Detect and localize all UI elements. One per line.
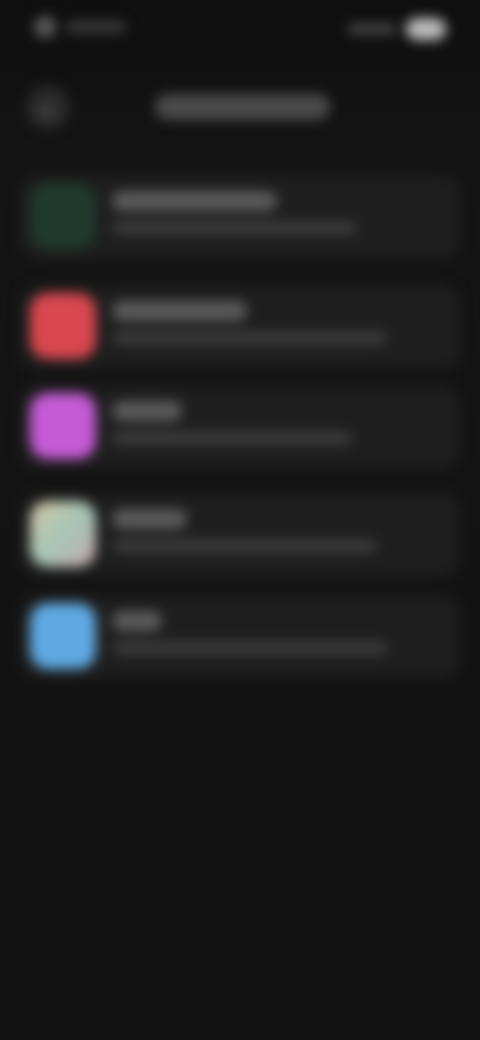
signal-icon	[348, 24, 396, 34]
back-button[interactable]: ←	[26, 86, 70, 130]
app-icon	[30, 393, 96, 459]
app-subtitle	[112, 431, 352, 445]
app-icon	[30, 603, 96, 669]
app-subtitle	[112, 539, 377, 553]
status-right	[348, 18, 446, 40]
list-item[interactable]	[0, 585, 480, 685]
status-time	[66, 21, 126, 33]
battery-icon	[406, 18, 446, 40]
list-item[interactable]	[0, 375, 480, 475]
app-icon	[30, 183, 96, 249]
page-title	[155, 94, 330, 120]
list-item[interactable]	[0, 275, 480, 375]
app-title	[112, 191, 277, 211]
app-subtitle	[112, 641, 387, 655]
list-item[interactable]	[0, 483, 480, 583]
app-title	[112, 611, 162, 631]
header: ←	[0, 72, 480, 142]
app-icon	[30, 501, 96, 567]
app-subtitle	[112, 331, 387, 345]
arrow-left-icon: ←	[36, 94, 60, 121]
list-item[interactable]	[0, 165, 480, 265]
status-bar	[0, 0, 480, 56]
status-left	[34, 16, 126, 38]
app-icon	[30, 293, 96, 359]
app-title	[112, 401, 182, 421]
status-icon	[34, 16, 56, 38]
app-subtitle	[112, 221, 357, 235]
app-title	[112, 301, 247, 321]
app-title	[112, 509, 187, 529]
